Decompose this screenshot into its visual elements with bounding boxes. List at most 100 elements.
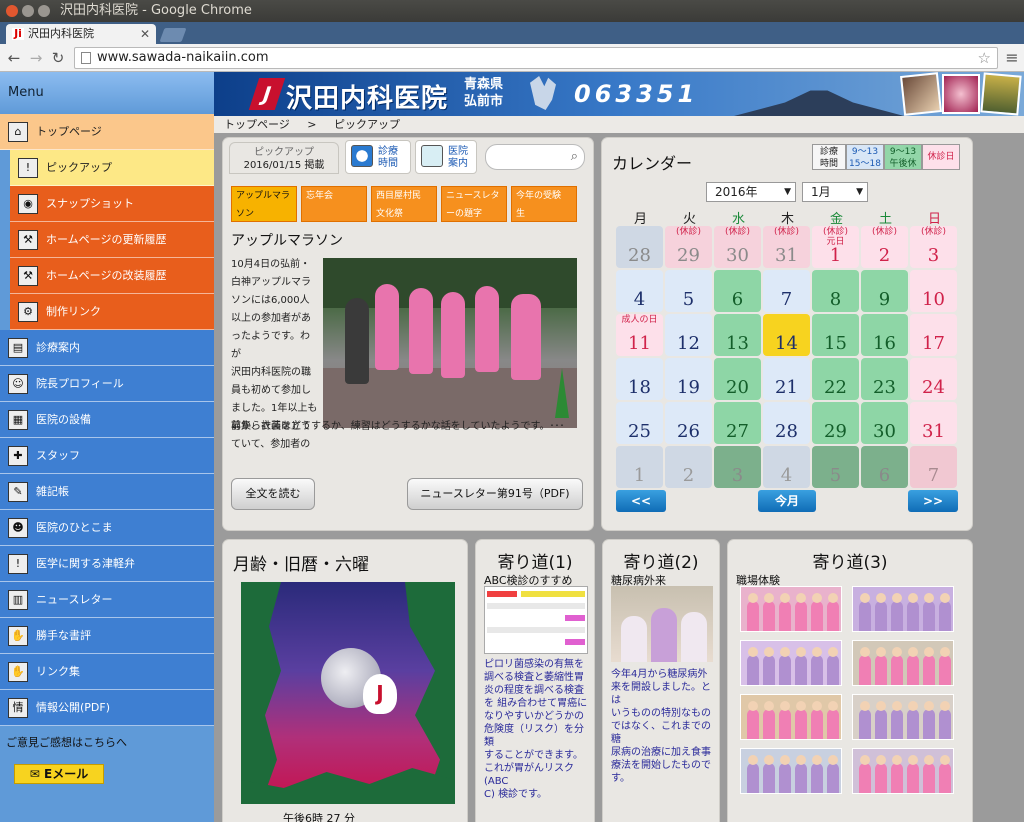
abc-table-image[interactable]: [484, 586, 588, 654]
site-name[interactable]: 沢田内科医院: [286, 78, 448, 115]
workplace-photo[interactable]: [852, 694, 954, 740]
calendar-day[interactable]: 31: [910, 402, 957, 444]
sidebar-item-1[interactable]: ! ピックアップ: [10, 150, 214, 186]
calendar-day[interactable]: (休診) 29: [665, 226, 712, 268]
workplace-photo[interactable]: [740, 694, 842, 740]
workplace-photo[interactable]: [852, 748, 954, 794]
sidebar-item-8[interactable]: ▦ 医院の設備: [0, 402, 214, 438]
calendar-day[interactable]: (休診) 30: [714, 226, 761, 268]
calendar-day[interactable]: 4: [763, 446, 810, 488]
email-button[interactable]: ✉ Eメール: [14, 764, 104, 784]
browser-tab[interactable]: Ji 沢田内科医院 ✕: [6, 24, 156, 44]
calendar-day[interactable]: 28: [763, 402, 810, 444]
pickup-tab-3[interactable]: ニュースレタ ーの題字: [441, 186, 507, 222]
sidebar-item-10[interactable]: ✎ 雑記帳: [0, 474, 214, 510]
calendar-day[interactable]: 21: [763, 358, 810, 400]
sidebar-item-13[interactable]: ▥ ニュースレター: [0, 582, 214, 618]
calendar-day[interactable]: 成人の日 11: [616, 314, 663, 356]
calendar-day[interactable]: 5: [812, 446, 859, 488]
yorimichi2-title[interactable]: 寄り道(2): [603, 548, 719, 573]
calendar-day[interactable]: 24: [910, 358, 957, 400]
reload-icon[interactable]: ↻: [48, 48, 68, 68]
marathon-photo[interactable]: [323, 258, 577, 428]
calendar-day[interactable]: 4: [616, 270, 663, 312]
sidebar-item-5[interactable]: ⚙ 制作リンク: [10, 294, 214, 330]
prev-month-button[interactable]: <<: [616, 490, 666, 512]
calendar-day[interactable]: (休診) 元日 1: [812, 226, 859, 268]
sidebar-item-4[interactable]: ⚒ ホームページの改装履歴: [10, 258, 214, 294]
calendar-day[interactable]: 8: [812, 270, 859, 312]
address-bar[interactable]: www.sawada-naikaiin.com ☆: [74, 47, 998, 69]
sidebar-item-12[interactable]: ! 医学に関する津軽弁: [0, 546, 214, 582]
maximize-window-icon[interactable]: [38, 5, 50, 17]
forward-arrow-icon[interactable]: →: [26, 48, 46, 68]
diabetes-photo[interactable]: [611, 586, 713, 662]
calendar-day[interactable]: (休診) 3: [910, 226, 957, 268]
calendar-day[interactable]: 1: [616, 446, 663, 488]
new-tab-button[interactable]: [159, 28, 187, 42]
calendar-day[interactable]: 17: [910, 314, 957, 356]
pickup-tab-1[interactable]: 忘年会: [301, 186, 367, 222]
search-input[interactable]: ⌕: [485, 144, 585, 170]
workplace-photo[interactable]: [852, 586, 954, 632]
calendar-day[interactable]: (休診) 2: [861, 226, 908, 268]
tab-close-icon[interactable]: ✕: [140, 24, 150, 44]
logo-icon[interactable]: J: [248, 78, 286, 110]
workplace-photo[interactable]: [740, 586, 842, 632]
calendar-day[interactable]: 9: [861, 270, 908, 312]
calendar-day[interactable]: 29: [812, 402, 859, 444]
calendar-day[interactable]: 6: [714, 270, 761, 312]
calendar-day[interactable]: 20: [714, 358, 761, 400]
pickup-tab-4[interactable]: 今年の受験生: [511, 186, 577, 222]
workplace-photo[interactable]: [740, 640, 842, 686]
sidebar-item-3[interactable]: ⚒ ホームページの更新履歴: [10, 222, 214, 258]
sidebar-item-2[interactable]: ◉ スナップショット: [10, 186, 214, 222]
sidebar-item-9[interactable]: ✚ スタッフ: [0, 438, 214, 474]
newsletter-pdf-button[interactable]: ニュースレター第91号（PDF): [407, 478, 583, 510]
year-select[interactable]: 2016年 ▼: [706, 182, 796, 202]
pickup-tab-0[interactable]: アップルマラ ソン: [231, 186, 297, 222]
calendar-day[interactable]: 26: [665, 402, 712, 444]
breadcrumb-home[interactable]: トップページ: [224, 118, 290, 131]
calendar-day[interactable]: 27: [714, 402, 761, 444]
yorimichi1-title[interactable]: 寄り道(1): [476, 548, 594, 573]
calendar-day[interactable]: 16: [861, 314, 908, 356]
sidebar-item-0[interactable]: ⌂ トップページ: [0, 114, 214, 150]
calendar-day[interactable]: 15: [812, 314, 859, 356]
sidebar-item-6[interactable]: ▤ 診療案内: [0, 330, 214, 366]
calendar-day[interactable]: 2: [665, 446, 712, 488]
sidebar-item-15[interactable]: ✋ リンク集: [0, 654, 214, 690]
calendar-day[interactable]: 25: [616, 402, 663, 444]
calendar-day[interactable]: 14: [763, 314, 810, 356]
calendar-day[interactable]: 18: [616, 358, 663, 400]
calendar-day[interactable]: 7: [910, 446, 957, 488]
close-window-icon[interactable]: [6, 5, 18, 17]
calendar-day[interactable]: (休診) 31: [763, 226, 810, 268]
chrome-menu-icon[interactable]: ≡: [1003, 48, 1021, 68]
calendar-day[interactable]: 22: [812, 358, 859, 400]
calendar-day[interactable]: 19: [665, 358, 712, 400]
calendar-day[interactable]: 6: [861, 446, 908, 488]
sidebar-item-16[interactable]: 情情報公開(PDF): [0, 690, 214, 726]
calendar-day[interactable]: 13: [714, 314, 761, 356]
minimize-window-icon[interactable]: [22, 5, 34, 17]
read-more-button[interactable]: 全文を読む: [231, 478, 315, 510]
calendar-day[interactable]: 3: [714, 446, 761, 488]
calendar-day[interactable]: 12: [665, 314, 712, 356]
search-icon[interactable]: ⌕: [571, 149, 578, 164]
calendar-day[interactable]: 5: [665, 270, 712, 312]
clinic-guide-link[interactable]: 医院 案内: [415, 140, 477, 174]
sidebar-item-14[interactable]: ✋ 勝手な書評: [0, 618, 214, 654]
calendar-day[interactable]: 30: [861, 402, 908, 444]
sidebar-item-7[interactable]: ☺ 院長プロフィール: [0, 366, 214, 402]
calendar-day[interactable]: 7: [763, 270, 810, 312]
next-month-button[interactable]: >>: [908, 490, 958, 512]
yorimichi3-title[interactable]: 寄り道(3): [728, 548, 972, 573]
calendar-day[interactable]: 23: [861, 358, 908, 400]
current-month-button[interactable]: 今月: [758, 490, 816, 512]
sidebar-item-11[interactable]: ☻ 医院のひとこま: [0, 510, 214, 546]
back-arrow-icon[interactable]: ←: [4, 48, 24, 68]
month-select[interactable]: 1月 ▼: [802, 182, 868, 202]
calendar-day[interactable]: 10: [910, 270, 957, 312]
pickup-tab-2[interactable]: 西目屋村民 文化祭: [371, 186, 437, 222]
